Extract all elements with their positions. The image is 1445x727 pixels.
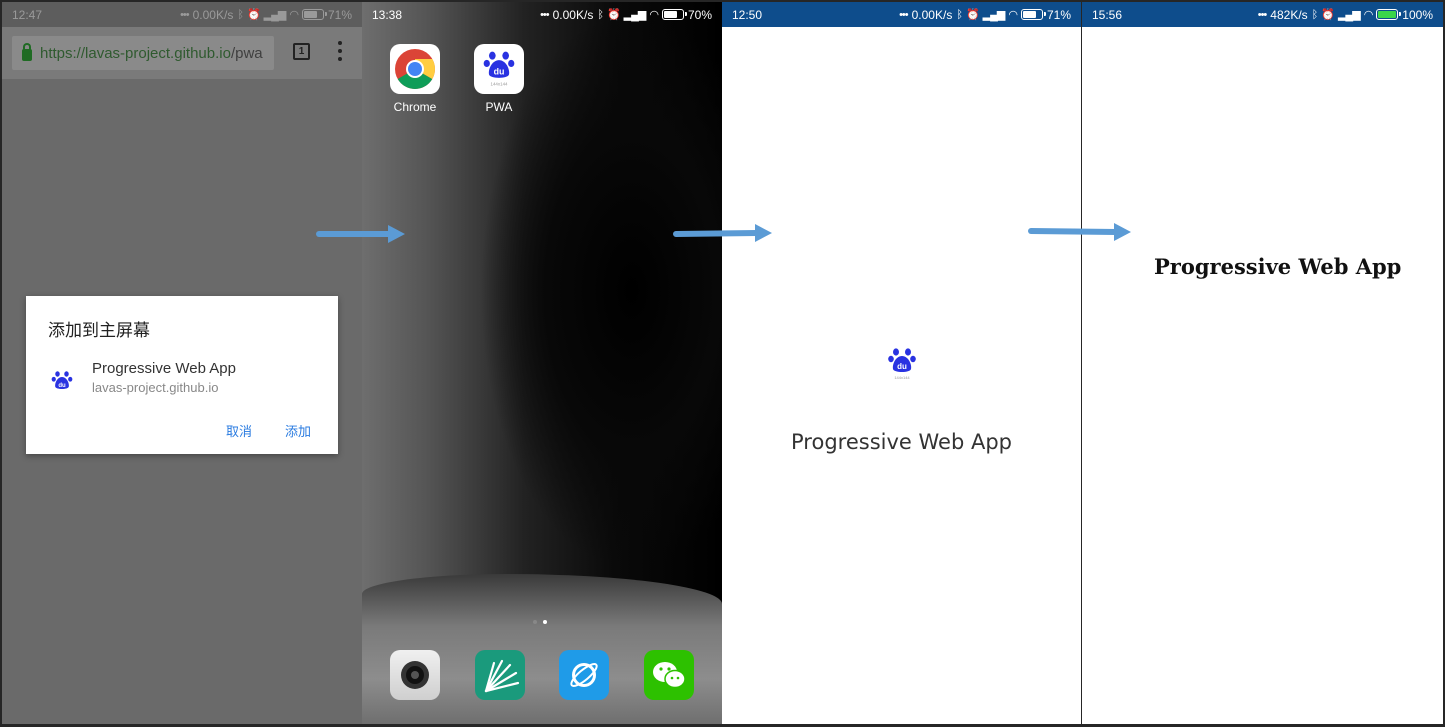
app-label: Chrome bbox=[393, 100, 437, 114]
network-speed: 482K/s bbox=[1270, 7, 1308, 22]
dialog-title: 添加到主屏幕 bbox=[48, 321, 150, 340]
battery-level: 71% bbox=[1046, 7, 1071, 22]
wechat-icon[interactable] bbox=[644, 650, 694, 700]
signal-icon: ▂▄▆ bbox=[982, 9, 1006, 21]
status-bar: 13:38 ••• 0.00K/s ᛒ ⏰ ▂▄▆ ◠ 70% bbox=[362, 2, 722, 27]
wifi-icon: ◠ bbox=[1363, 9, 1374, 21]
network-speed: 0.00K/s bbox=[552, 7, 594, 22]
status-bar: 12:50 ••• 0.00K/s ᛒ ⏰ ▂▄▆ ◠ 71% bbox=[722, 2, 1081, 27]
arrow-right-icon bbox=[673, 224, 772, 242]
signal-icon: ▂▄▆ bbox=[623, 9, 647, 21]
dialog-app-url: lavas-project.github.io bbox=[92, 380, 219, 395]
camera-icon[interactable] bbox=[390, 650, 440, 700]
status-time: 15:56 bbox=[1092, 7, 1123, 22]
screen-pwa-page: 15:56 ••• 482K/s ᛒ ⏰ ▂▄▆ ◠ 100% Progress… bbox=[1082, 2, 1443, 724]
signal-icon: ▂▄▆ bbox=[263, 9, 287, 21]
alarm-icon: ⏰ bbox=[1321, 9, 1335, 21]
bluetooth-icon: ᛒ bbox=[956, 8, 963, 21]
cancel-button[interactable]: 取消 bbox=[226, 421, 252, 440]
baidu-paw-icon: du 144x144 bbox=[474, 44, 524, 94]
battery-icon bbox=[661, 9, 687, 20]
battery-level: 71% bbox=[327, 7, 352, 22]
page-indicator bbox=[533, 620, 547, 624]
status-time: 13:38 bbox=[372, 7, 403, 22]
alarm-icon: ⏰ bbox=[606, 9, 621, 21]
dialog-app-name: Progressive Web App bbox=[92, 360, 236, 377]
more-dots-icon: ••• bbox=[1257, 8, 1268, 21]
svg-text:du: du bbox=[897, 362, 907, 371]
battery-level: 100% bbox=[1402, 7, 1433, 22]
svg-text:du: du bbox=[58, 383, 66, 389]
network-speed: 0.00K/s bbox=[911, 7, 953, 22]
browser-toolbar: https://lavas-project.github.io/pwa 1 bbox=[2, 27, 362, 79]
svg-text:du: du bbox=[494, 67, 505, 77]
browser-icon[interactable] bbox=[559, 650, 609, 700]
more-dots-icon: ••• bbox=[899, 8, 909, 21]
wifi-icon: ◠ bbox=[289, 9, 299, 21]
url-path: /pwa bbox=[230, 44, 263, 62]
app-pwa[interactable]: du 144x144 PWA bbox=[464, 44, 534, 114]
battery-level: 70% bbox=[687, 7, 712, 22]
url-bar[interactable]: https://lavas-project.github.io/pwa bbox=[12, 36, 274, 70]
overflow-menu-icon[interactable] bbox=[338, 41, 342, 61]
screen-splash: 12:50 ••• 0.00K/s ᛒ ⏰ ▂▄▆ ◠ 71% du 144x1… bbox=[722, 2, 1081, 724]
battery-icon bbox=[1376, 9, 1402, 20]
themes-icon[interactable] bbox=[475, 650, 525, 700]
arrow-right-icon bbox=[316, 225, 405, 243]
chrome-icon bbox=[390, 44, 440, 94]
wallpaper-floor bbox=[362, 574, 722, 724]
arrow-right-icon bbox=[1028, 223, 1131, 241]
baidu-paw-icon: du 144x144 bbox=[888, 348, 916, 380]
battery-icon bbox=[1020, 9, 1046, 20]
icon-size-badge: 144x144 bbox=[490, 82, 508, 87]
baidu-paw-icon: du bbox=[51, 371, 73, 389]
signal-icon: ▂▄▆ bbox=[1337, 9, 1361, 21]
screenshot-sequence: 12:47 ••• 0.00K/s ᛒ ⏰ ▂▄▆ ◠ 71% https://… bbox=[0, 0, 1445, 727]
screen-add-to-homescreen: 12:47 ••• 0.00K/s ᛒ ⏰ ▂▄▆ ◠ 71% https://… bbox=[2, 2, 362, 724]
network-speed: 0.00K/s bbox=[192, 7, 234, 22]
tab-switcher-button[interactable]: 1 bbox=[293, 43, 310, 60]
more-dots-icon: ••• bbox=[180, 8, 190, 21]
app-label: PWA bbox=[485, 100, 513, 114]
icon-size-badge: 144x144 bbox=[894, 375, 910, 380]
status-bar: 15:56 ••• 482K/s ᛒ ⏰ ▂▄▆ ◠ 100% bbox=[1082, 2, 1443, 27]
alarm-icon: ⏰ bbox=[965, 9, 980, 21]
alarm-icon: ⏰ bbox=[246, 9, 261, 21]
bluetooth-icon: ᛒ bbox=[1311, 8, 1319, 21]
more-dots-icon: ••• bbox=[540, 8, 550, 21]
add-to-homescreen-dialog: 添加到主屏幕 du Progressive Web App lavas-proj… bbox=[26, 296, 338, 454]
splash-app-name: Progressive Web App bbox=[791, 430, 1012, 454]
page-title: Progressive Web App bbox=[1154, 254, 1402, 279]
screen-home-launcher: 13:38 ••• 0.00K/s ᛒ ⏰ ▂▄▆ ◠ 70% Chrome d… bbox=[362, 2, 722, 724]
lock-icon bbox=[22, 42, 32, 61]
add-button[interactable]: 添加 bbox=[285, 421, 311, 440]
bluetooth-icon: ᛒ bbox=[597, 8, 604, 21]
battery-icon bbox=[301, 9, 327, 20]
wifi-icon: ◠ bbox=[1008, 9, 1018, 21]
bluetooth-icon: ᛒ bbox=[237, 8, 244, 21]
app-chrome[interactable]: Chrome bbox=[380, 44, 450, 114]
status-time: 12:47 bbox=[12, 7, 43, 22]
status-bar: 12:47 ••• 0.00K/s ᛒ ⏰ ▂▄▆ ◠ 71% bbox=[2, 2, 362, 27]
status-time: 12:50 bbox=[732, 7, 763, 22]
url-host: https://lavas-project.github.io bbox=[40, 44, 231, 62]
wifi-icon: ◠ bbox=[649, 9, 659, 21]
